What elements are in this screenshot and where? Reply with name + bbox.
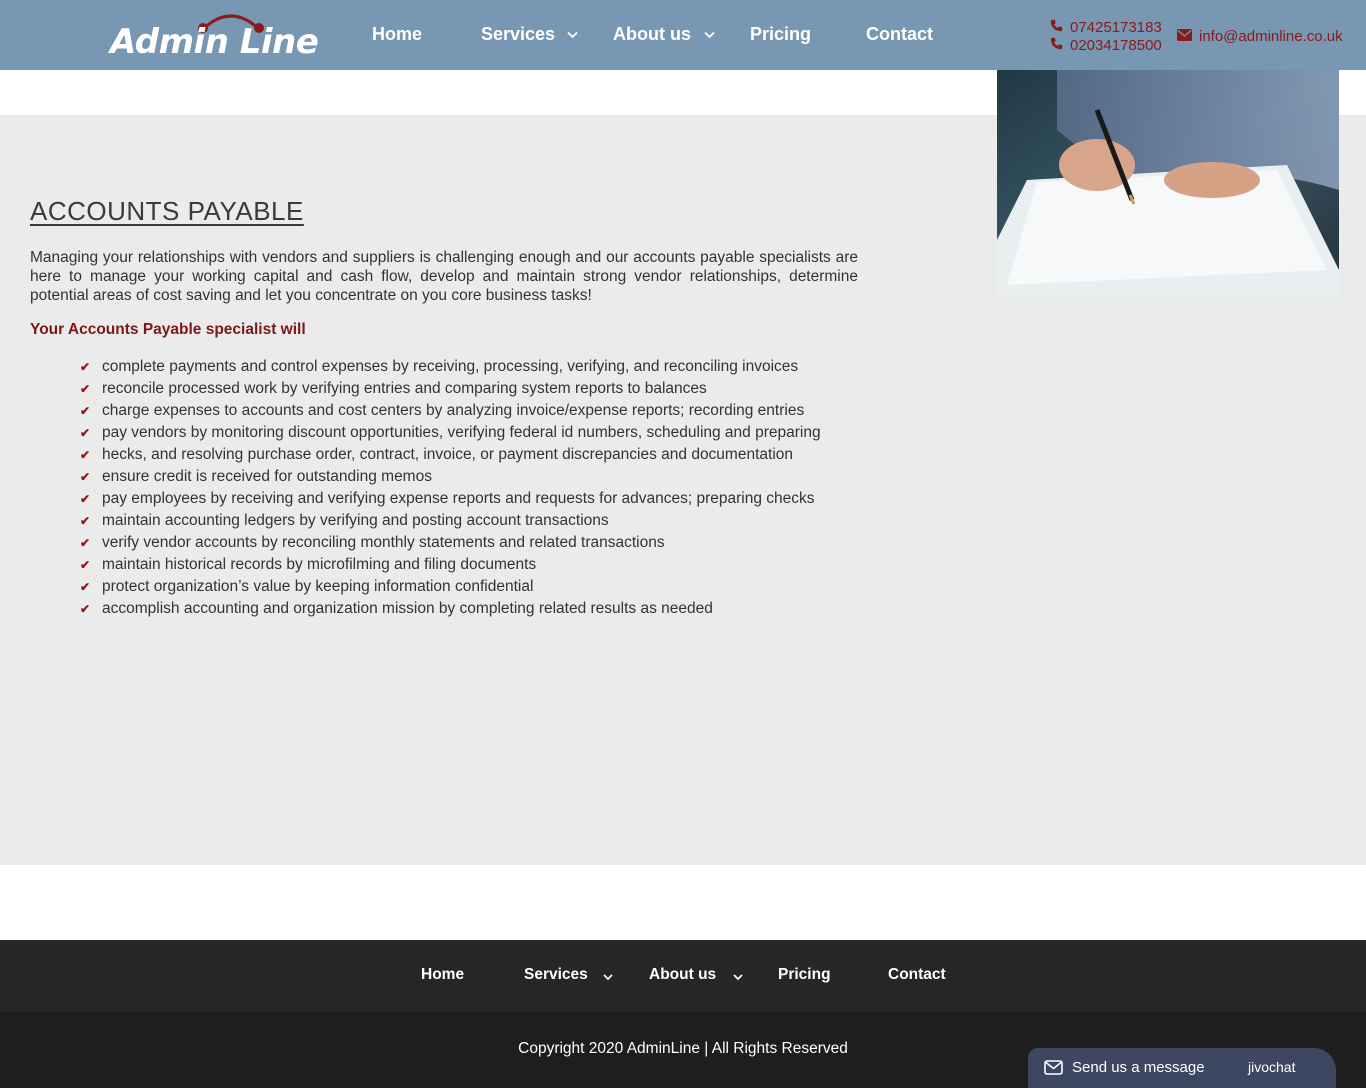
checkmark-icon: ✔ (80, 492, 91, 506)
list-item: ✔ hecks, and resolving purchase order, co… (80, 444, 821, 466)
adminline-logo[interactable]: Admin Line (110, 8, 319, 64)
footer-nav: Home Services About us Pricing Contact (0, 940, 1366, 1012)
list-item: ✔ ensure credit is received for outstandi… (80, 466, 821, 488)
list-item: ✔ reconcile processed work by verifying e… (80, 378, 821, 400)
phone-icon (1050, 19, 1064, 35)
chat-brand: jivochat (1248, 1059, 1296, 1075)
checkmark-icon: ✔ (80, 580, 91, 594)
checkmark-icon: ✔ (80, 448, 91, 462)
list-item: ✔ protect organization’s value by keeping… (80, 576, 821, 598)
nav-contact[interactable]: Contact (866, 24, 933, 45)
chevron-down-icon[interactable] (704, 28, 715, 42)
list-item: ✔ complete payments and control expenses … (80, 356, 821, 378)
logo-text: Admin Line (110, 22, 319, 62)
checkmark-icon: ✔ (80, 426, 91, 440)
chevron-down-icon[interactable] (603, 972, 613, 984)
footer-nav-services[interactable]: Services (524, 966, 588, 984)
chevron-down-icon[interactable] (733, 972, 743, 984)
phone-number-1-text: 07425173183 (1070, 19, 1162, 36)
chevron-down-icon[interactable] (567, 28, 578, 42)
list-item: ✔ accomplish accounting and organization … (80, 598, 821, 620)
writing-document-photo (997, 70, 1339, 298)
phone-icon (1050, 37, 1064, 53)
checkmark-icon: ✔ (80, 536, 91, 550)
footer-nav-contact[interactable]: Contact (888, 966, 946, 984)
checkmark-icon: ✔ (80, 602, 91, 616)
footer-nav-home[interactable]: Home (421, 966, 464, 984)
nav-about-us[interactable]: About us (613, 24, 691, 45)
checkmark-icon: ✔ (80, 360, 91, 374)
phone-number-2[interactable]: 02034178500 (1050, 37, 1162, 54)
list-item: ✔ pay employees by receiving and verifyin… (80, 488, 821, 510)
checkmark-icon: ✔ (80, 382, 91, 396)
site-header: Admin Line Home Services About us Pricin… (0, 0, 1366, 70)
list-item: ✔ maintain accounting ledgers by verifyin… (80, 510, 821, 532)
page-title: ACCOUNTS PAYABLE (30, 196, 304, 226)
chat-widget[interactable]: Send us a message jivochat (1028, 1048, 1336, 1088)
duties-list: ✔ complete payments and control expenses … (80, 356, 821, 620)
list-item: ✔ charge expenses to accounts and cost ce… (80, 400, 821, 422)
footer-nav-about-us[interactable]: About us (649, 966, 716, 984)
envelope-icon (1044, 1060, 1063, 1080)
phone-number-2-text: 02034178500 (1070, 37, 1162, 54)
checkmark-icon: ✔ (80, 404, 91, 418)
footer-nav-pricing[interactable]: Pricing (778, 966, 831, 984)
email-link[interactable]: info@adminline.co.uk (1177, 28, 1343, 45)
list-item: ✔ pay vendors by monitoring discount oppo… (80, 422, 821, 444)
section-subheading: Your Accounts Payable specialist will (30, 321, 306, 338)
phone-number-1[interactable]: 07425173183 (1050, 19, 1162, 36)
intro-paragraph: Managing your relationships with vendors… (30, 249, 858, 304)
envelope-icon (1177, 29, 1193, 44)
nav-services[interactable]: Services (481, 24, 555, 45)
chat-label: Send us a message (1072, 1059, 1205, 1076)
nav-pricing[interactable]: Pricing (750, 24, 811, 45)
checkmark-icon: ✔ (80, 558, 91, 572)
checkmark-icon: ✔ (80, 514, 91, 528)
list-item: ✔ maintain historical records by microfil… (80, 554, 821, 576)
checkmark-icon: ✔ (80, 470, 91, 484)
nav-home[interactable]: Home (372, 24, 422, 45)
list-item: ✔ verify vendor accounts by reconciling m… (80, 532, 821, 554)
email-text: info@adminline.co.uk (1199, 28, 1343, 45)
